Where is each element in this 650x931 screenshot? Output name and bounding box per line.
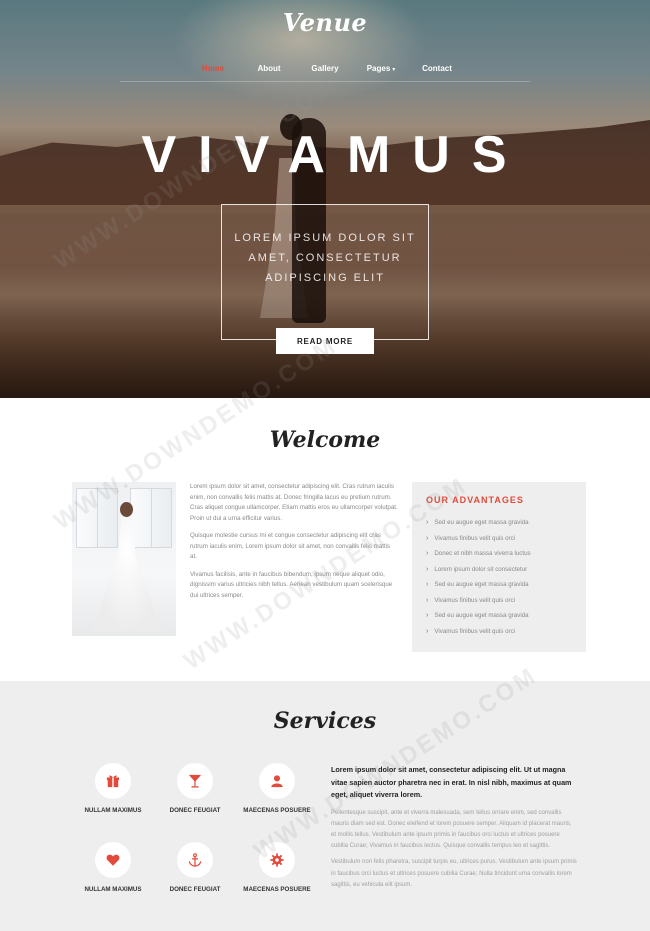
chevron-right-icon: ›: [426, 612, 429, 619]
service-item[interactable]: MAECENAS POSUERE: [234, 842, 320, 893]
hero-title: VIVAMUS: [141, 126, 529, 184]
chevron-right-icon: ›: [426, 534, 429, 542]
heart-icon: [106, 854, 120, 866]
service-item[interactable]: NULLAM MAXIMUS: [70, 842, 156, 893]
gift-icon: [106, 775, 120, 788]
chevron-right-icon: ›: [426, 565, 429, 573]
advantage-label: Vivamus finibus velit quis orci: [434, 627, 516, 635]
service-item[interactable]: NULLAM MAXIMUS: [70, 763, 156, 814]
site-logo[interactable]: Venue: [0, 8, 650, 37]
advantage-item[interactable]: › Sed eu augue eget massa gravida: [426, 515, 572, 531]
service-item[interactable]: DONEC FEUGIAT: [152, 763, 238, 814]
advantage-label: Vivamus finibus velit quis orci: [434, 534, 516, 542]
advantage-item[interactable]: › Vivamus finibus velit quis orci: [426, 593, 572, 609]
advantage-item[interactable]: › Sed eu augue eget massa gravida: [426, 608, 572, 624]
photo-window: [76, 488, 118, 548]
main-nav: Home About Gallery Pages ▾ Contact: [120, 58, 530, 82]
chevron-right-icon: ›: [426, 627, 429, 635]
chevron-right-icon: ›: [426, 519, 429, 526]
service-label: MAECENAS POSUERE: [243, 886, 311, 893]
services-title: Services: [273, 708, 377, 734]
service-item[interactable]: DONEC FEUGIAT: [152, 842, 238, 893]
nav-item-about[interactable]: About: [241, 58, 297, 81]
service-label: NULLAM MAXIMUS: [84, 807, 142, 814]
service-icon-circle: [95, 763, 131, 799]
advantage-label: Lorem ipsum dolor sit consectetur: [434, 565, 528, 573]
advantage-item[interactable]: › Lorem ipsum dolor sit consectetur: [426, 562, 572, 578]
service-label: MAECENAS POSUERE: [243, 807, 311, 814]
chevron-right-icon: ›: [426, 581, 429, 588]
service-icon-circle: [95, 842, 131, 878]
welcome-paragraph: Vivamus facilisis, ante in faucibus bibe…: [190, 570, 393, 599]
welcome-paragraph: Lorem ipsum dolor sit amet, consectetur …: [190, 483, 398, 522]
bride-head: [120, 502, 133, 517]
advantage-label: Sed eu augue eget massa gravida: [434, 581, 529, 588]
chevron-right-icon: ›: [426, 596, 429, 604]
services-lead: Lorem ipsum dolor sit amet, consectetur …: [331, 765, 572, 799]
service-icon-circle: [177, 763, 213, 799]
advantage-item[interactable]: › Vivamus finibus velit quis orci: [426, 624, 572, 640]
service-icon-circle: [259, 842, 295, 878]
nav-item-pages[interactable]: Pages ▾: [353, 58, 409, 81]
advantage-label: Donec et nibh massa viverra luctus: [434, 550, 531, 557]
service-item[interactable]: MAECENAS POSUERE: [234, 763, 320, 814]
services-paragraph: Vestibulum non felis pharetra, suscipit …: [331, 859, 577, 888]
advantage-item[interactable]: › Vivamus finibus velit quis orci: [426, 531, 572, 547]
user-icon: [271, 775, 283, 788]
service-label: NULLAM MAXIMUS: [84, 886, 142, 893]
nav-item-gallery[interactable]: Gallery: [297, 58, 353, 81]
welcome-text: Lorem ipsum dolor sit amet, consectetur …: [190, 482, 398, 608]
services-text: Lorem ipsum dolor sit amet, consectetur …: [331, 764, 577, 896]
gear-icon: [270, 853, 284, 867]
advantages-panel: OUR ADVANTAGES › Sed eu augue eget massa …: [412, 482, 586, 652]
cocktail-icon: [188, 774, 202, 788]
chevron-right-icon: ›: [426, 550, 429, 557]
service-label: DONEC FEUGIAT: [169, 886, 221, 893]
welcome-paragraph: Quisque molestie cursus mi et congue con…: [190, 532, 391, 560]
hero-subtitle: LOREM IPSUM DOLOR SIT AMET, CONSECTETUR …: [234, 232, 416, 284]
read-more-button[interactable]: READ MORE: [276, 328, 374, 354]
welcome-title: Welcome: [269, 427, 381, 453]
service-icon-circle: [177, 842, 213, 878]
photo-window: [130, 488, 172, 548]
advantages-title: OUR ADVANTAGES: [426, 495, 524, 505]
bride-photo: [72, 482, 176, 636]
nav-item-pages-label: Pages: [366, 64, 391, 73]
advantage-item[interactable]: › Donec et nibh massa viverra luctus: [426, 546, 572, 562]
anchor-icon: [188, 853, 202, 867]
advantage-item[interactable]: › Sed eu augue eget massa gravida: [426, 577, 572, 593]
advantage-label: Sed eu augue eget massa gravida: [434, 519, 529, 526]
chevron-down-icon: ▾: [392, 67, 396, 73]
nav-item-home[interactable]: Home: [185, 58, 241, 81]
service-label: DONEC FEUGIAT: [169, 807, 221, 814]
service-icon-circle: [259, 763, 295, 799]
nav-item-contact[interactable]: Contact: [409, 58, 465, 81]
services-paragraph: Pellentesque suscipit, ante et viverra m…: [331, 809, 572, 850]
advantage-label: Vivamus finibus velit quis orci: [434, 596, 516, 604]
advantage-label: Sed eu augue eget massa gravida: [434, 612, 529, 619]
